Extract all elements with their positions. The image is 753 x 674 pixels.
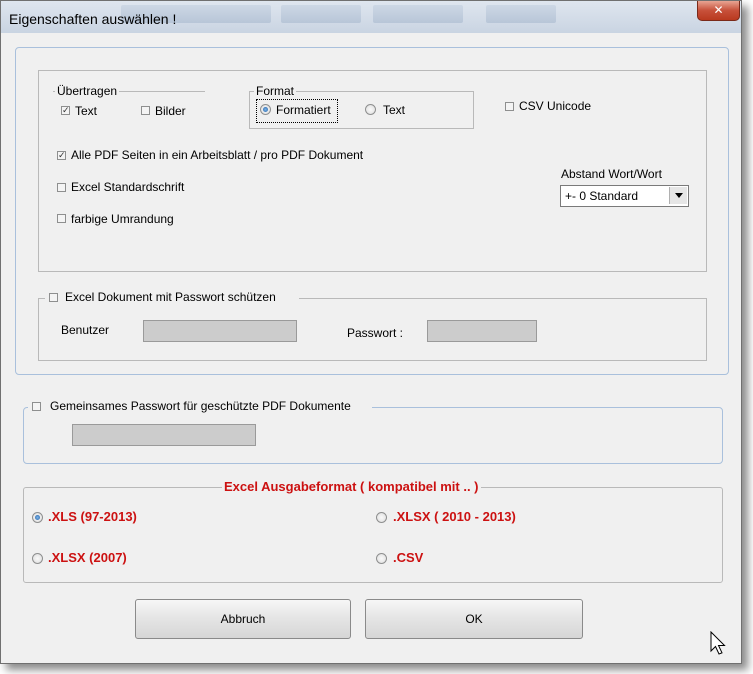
title-bar[interactable]: Eigenschaften auswählen ! ✕ [1, 1, 741, 33]
output-format-legend: Excel Ausgabeformat ( kompatibel mit .. … [222, 479, 481, 494]
transfer-images-label[interactable]: Bilder [155, 104, 186, 118]
close-icon: ✕ [713, 3, 724, 17]
all-pages-label[interactable]: Alle PDF Seiten in ein Arbeitsblatt / pr… [71, 148, 363, 162]
cancel-button[interactable]: Abbruch [135, 599, 351, 639]
shared-password-legend: Gemeinsames Passwort für geschützte PDF … [28, 399, 372, 415]
background-toolbar-ghost [486, 5, 556, 23]
spacing-select[interactable]: +- 0 Standard [560, 185, 689, 207]
protect-label[interactable]: Excel Dokument mit Passwort schützen [65, 290, 276, 304]
colored-border-label[interactable]: farbige Umrandung [71, 212, 174, 226]
format-legend: Format [254, 84, 297, 98]
output-format-group: Excel Ausgabeformat ( kompatibel mit .. … [23, 479, 723, 583]
spacing-select-value: +- 0 Standard [565, 189, 639, 203]
background-toolbar-ghost [281, 5, 361, 23]
format-xls-radio[interactable] [32, 512, 43, 523]
dialog-client: Übertragen ✓ Text Bilder Format Formatie… [9, 33, 735, 657]
shared-password-label[interactable]: Gemeinsames Passwort für geschützte PDF … [50, 399, 351, 413]
shared-password-checkbox[interactable] [32, 402, 41, 411]
shared-password-panel: Gemeinsames Passwort für geschützte PDF … [23, 399, 723, 464]
format-csv-label[interactable]: .CSV [393, 550, 423, 565]
transfer-text-checkbox[interactable]: ✓ [61, 106, 70, 115]
protect-checkbox[interactable] [49, 293, 58, 302]
transfer-group: Übertragen ✓ Text Bilder [53, 84, 205, 128]
protect-legend: Excel Dokument mit Passwort schützen [45, 290, 299, 306]
shared-password-field[interactable] [72, 424, 256, 446]
format-text-label[interactable]: Text [383, 103, 405, 117]
csv-unicode-checkbox[interactable] [505, 102, 514, 111]
transfer-legend: Übertragen [55, 84, 120, 98]
mouse-cursor-icon [710, 631, 726, 655]
background-toolbar-ghost [373, 5, 463, 23]
format-xlsx-2007-radio[interactable] [32, 553, 43, 564]
close-button[interactable]: ✕ [697, 1, 740, 21]
format-formatted-label[interactable]: Formatiert [276, 103, 331, 117]
transfer-images-checkbox[interactable] [141, 106, 150, 115]
spacing-label: Abstand Wort/Wort [561, 167, 662, 181]
format-xlsx-2007-label[interactable]: .XLSX (2007) [48, 550, 127, 565]
csv-unicode-label[interactable]: CSV Unicode [519, 99, 591, 113]
format-xlsx-2010-radio[interactable] [376, 512, 387, 523]
format-xls-label[interactable]: .XLS (97-2013) [48, 509, 137, 524]
transfer-text-label[interactable]: Text [75, 104, 97, 118]
ok-button[interactable]: OK [365, 599, 583, 639]
format-group: Format Formatiert Text [249, 84, 474, 129]
standard-font-label[interactable]: Excel Standardschrift [71, 180, 184, 194]
user-field[interactable] [143, 320, 297, 342]
window-title: Eigenschaften auswählen ! [9, 11, 177, 27]
all-pages-checkbox[interactable]: ✓ [57, 151, 66, 160]
format-xlsx-2010-label[interactable]: .XLSX ( 2010 - 2013) [393, 509, 516, 524]
format-csv-radio[interactable] [376, 553, 387, 564]
user-label: Benutzer [61, 323, 110, 337]
password-label: Passwort : [347, 326, 404, 340]
colored-border-checkbox[interactable] [57, 214, 66, 223]
standard-font-checkbox[interactable] [57, 183, 66, 192]
settings-panel: Übertragen ✓ Text Bilder Format Formatie… [15, 47, 729, 375]
password-field[interactable] [427, 320, 537, 342]
dialog-window: Eigenschaften auswählen ! ✕ Übertragen ✓… [0, 0, 742, 664]
format-formatted-radio[interactable] [260, 104, 271, 115]
chevron-down-icon[interactable] [669, 187, 687, 204]
options-group: Übertragen ✓ Text Bilder Format Formatie… [38, 70, 707, 272]
protect-group: Excel Dokument mit Passwort schützen Ben… [38, 290, 707, 361]
format-text-radio[interactable] [365, 104, 376, 115]
